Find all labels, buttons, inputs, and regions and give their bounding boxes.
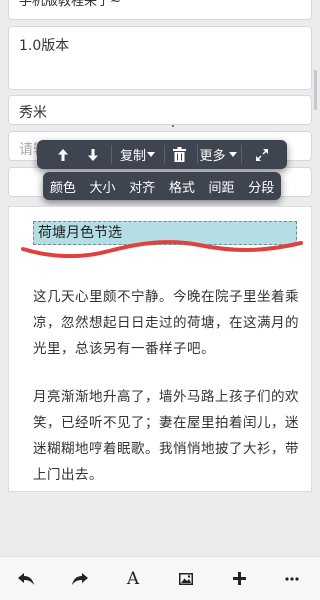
- move-up-button[interactable]: [51, 140, 75, 169]
- add-button[interactable]: [219, 557, 259, 600]
- author-text: 秀米: [19, 105, 47, 121]
- font-label: A: [126, 568, 140, 589]
- paragraph-button[interactable]: 分段: [241, 172, 281, 200]
- undo-icon: [18, 572, 34, 585]
- format-label: 格式: [168, 180, 195, 196]
- redo-icon: [72, 572, 88, 585]
- format-button[interactable]: 格式: [162, 172, 202, 200]
- align-button[interactable]: 对齐: [122, 172, 162, 200]
- redo-button[interactable]: [60, 557, 100, 600]
- cursor-dot: [172, 125, 174, 127]
- move-down-button[interactable]: [81, 140, 105, 169]
- caret-down-icon: [228, 152, 237, 157]
- arrow-up-icon: [58, 148, 68, 161]
- more-options-button[interactable]: [272, 557, 312, 600]
- intro-text: 手机版教程来了~: [19, 0, 121, 9]
- delete-button[interactable]: [165, 140, 193, 169]
- scroll-indicator[interactable]: [314, 70, 317, 110]
- toolbar-divider: [241, 145, 242, 164]
- size-label: 大小: [89, 180, 116, 196]
- block-toolbar: 复制 更多: [37, 140, 287, 169]
- expand-button[interactable]: [247, 140, 277, 169]
- arrow-down-icon: [88, 148, 98, 161]
- bottom-toolbar: A: [0, 556, 320, 600]
- color-button[interactable]: 颜色: [43, 172, 83, 200]
- author-field[interactable]: 秀米: [8, 95, 312, 125]
- paragraph[interactable]: 这几天心里颇不宁静。今晚在院子里坐着乘凉，忽然想起日日走过的荷塘，在这满月的光里…: [33, 284, 299, 362]
- trash-icon: [172, 147, 186, 162]
- copy-dropdown-button[interactable]: [141, 140, 161, 169]
- more-label: 更多: [199, 149, 226, 164]
- align-label: 对齐: [129, 180, 156, 196]
- intro-field[interactable]: 手机版教程来了~: [8, 0, 312, 20]
- format-toolbar: 颜色 大小 对齐 格式 间距 分段: [43, 172, 281, 200]
- color-label: 颜色: [49, 180, 76, 196]
- more-button[interactable]: 更多: [197, 140, 239, 169]
- undo-button[interactable]: [6, 557, 46, 600]
- image-button[interactable]: [166, 557, 206, 600]
- plus-icon: [232, 572, 246, 585]
- spacing-label: 间距: [208, 180, 235, 196]
- size-button[interactable]: 大小: [83, 172, 123, 200]
- more-icon: [285, 576, 299, 581]
- font-button[interactable]: A: [113, 557, 153, 600]
- caret-down-icon: [147, 152, 155, 157]
- expand-icon: [256, 148, 268, 161]
- paragraph[interactable]: 月亮渐渐地升高了，墙外马路上孩子们的欢笑，已经听不见了；妻在屋里拍着闰儿，迷迷糊…: [33, 384, 299, 488]
- paragraph-label: 分段: [248, 180, 275, 196]
- article-editor[interactable]: 荷塘月色节选 这几天心里颇不宁静。今晚在院子里坐着乘凉，忽然想起日日走过的荷塘，…: [8, 206, 312, 492]
- description-field[interactable]: 1.0版本: [8, 26, 312, 90]
- spacing-button[interactable]: 间距: [202, 172, 242, 200]
- image-icon: [179, 572, 193, 585]
- annotation-underline: [21, 240, 303, 259]
- description-text: 1.0版本: [19, 38, 70, 54]
